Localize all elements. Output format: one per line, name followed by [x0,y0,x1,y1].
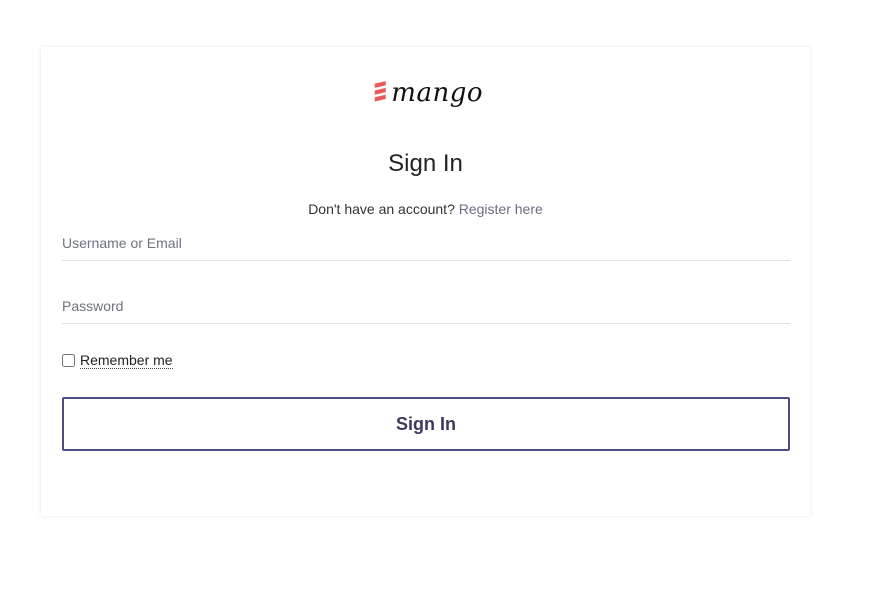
remember-me-label: Remember me [80,352,173,369]
sign-in-button[interactable]: Sign In [62,397,790,451]
register-prompt: Don't have an account? Register here [41,201,810,217]
password-input[interactable] [62,294,790,324]
remember-me[interactable]: Remember me [62,352,173,369]
register-link[interactable]: Register here [459,201,543,217]
remember-me-checkbox[interactable] [62,354,75,367]
page-title: Sign In [388,150,463,177]
no-account-text: Don't have an account? [308,201,455,217]
mango-logo-icon [374,81,386,102]
brand-name: mango [391,78,483,108]
signin-card: mango Sign In Don't have an account? Reg… [41,47,810,516]
username-email-input[interactable] [62,231,790,261]
mango-logo: mango [373,69,483,117]
